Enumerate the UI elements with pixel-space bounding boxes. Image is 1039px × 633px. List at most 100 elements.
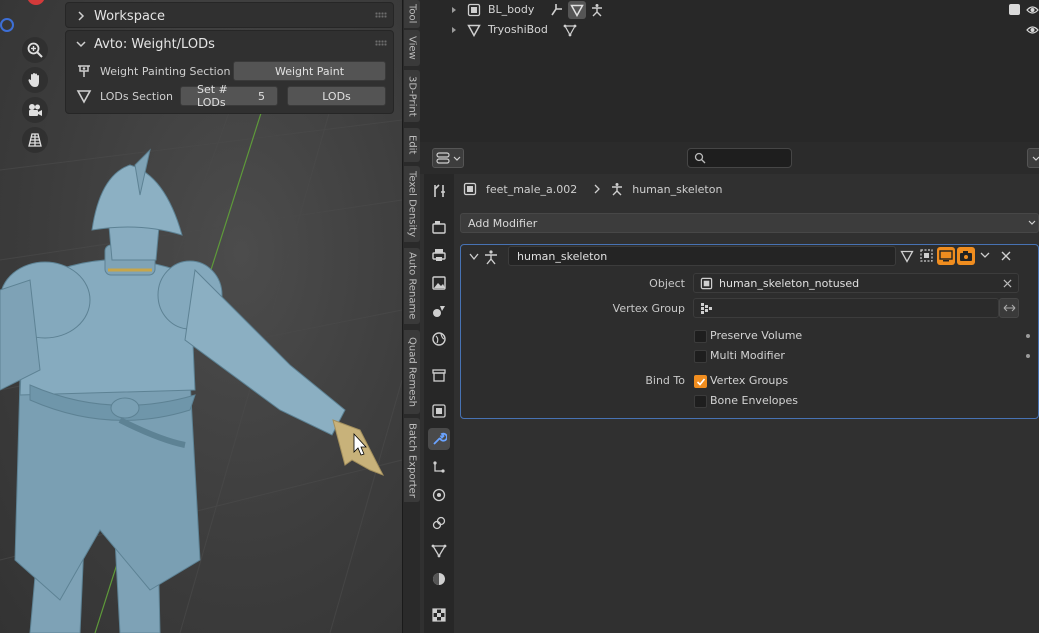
armature-modifier-panel[interactable]: human_skeleton Object human_skeleton_not… [460,244,1039,419]
tab-view[interactable]: View [404,30,420,66]
vertex-group-field[interactable] [693,298,999,318]
scene-icon [433,306,445,317]
tab-physics[interactable] [428,484,450,506]
properties-editor-icon [436,152,450,164]
tab-batch-exporter[interactable]: Batch Exporter [404,418,420,502]
mesh-data-button[interactable] [568,1,586,19]
outliner-item-name[interactable]: BL_body [488,3,534,16]
weight-painting-row: Weight Painting Section [76,61,230,81]
vertex-groups-icon [431,544,447,558]
properties-header [420,142,1039,174]
vertex-groups-checkbox[interactable] [694,375,707,388]
add-modifier-dropdown[interactable]: Add Modifier [460,213,1039,233]
tab-batch-exporter-label: Batch Exporter [406,422,418,498]
clear-icon[interactable] [1003,279,1012,288]
modifier-name: human_skeleton [517,249,608,263]
keyframe-dot-icon[interactable] [1026,334,1030,338]
tab-tool-settings[interactable] [428,180,450,202]
eye-icon[interactable] [1026,24,1039,36]
tab-quad-remesh[interactable]: Quad Remesh [404,330,420,414]
avto-weight-lods-panel[interactable]: Avto: Weight/LODs Weight Painting Sectio… [65,30,394,114]
visibility-checkbox[interactable] [1009,4,1020,15]
tab-texture[interactable] [428,604,450,626]
avto-panel-header[interactable]: Avto: Weight/LODs [66,31,393,57]
options-dropdown[interactable] [1027,148,1039,168]
group-vertex-icon [701,303,712,314]
viewport-display-toggle[interactable] [937,247,955,265]
set-lods-field[interactable]: Set # LODs 5 [180,83,278,109]
preserve-volume-checkbox[interactable] [694,330,707,343]
tab-tool[interactable]: Tool [404,0,420,28]
edit-mode-icon[interactable] [919,248,934,263]
pan-button[interactable] [22,67,48,93]
properties-editor[interactable]: feet_male_a.002 human_skeleton Add Modif… [420,142,1039,633]
bind-to-label: Bind To [645,374,685,387]
weight-brush-icon [78,65,90,77]
armature-icon [612,183,623,196]
workspace-panel-header[interactable]: Workspace [66,3,393,29]
tool-icon [434,184,445,197]
render-icon [432,221,446,234]
tab-edit[interactable]: Edit [404,128,420,162]
multi-modifier-label: Multi Modifier [710,349,785,362]
tab-render[interactable] [428,216,450,238]
zoom-button[interactable] [22,37,48,63]
object-icon [467,3,481,17]
chevron-right-icon [594,184,601,194]
tab-object-data[interactable] [428,540,450,562]
chevron-down-icon[interactable] [469,253,479,261]
invert-vertex-group-button[interactable] [999,298,1019,318]
lods-button[interactable]: LODs [287,86,386,106]
tab-constraints[interactable] [428,512,450,534]
tab-3d-print[interactable]: 3D-Print [404,70,420,122]
object-icon [432,404,446,418]
tab-view-layer[interactable] [428,272,450,294]
workspace-panel[interactable]: Workspace [65,2,394,28]
hand-icon [28,73,39,87]
tab-output[interactable] [428,244,450,266]
object-field[interactable]: human_skeleton_notused [693,273,1019,293]
set-lods-value: 5 [258,89,265,103]
tab-material[interactable] [428,568,450,590]
keyframe-dot-icon[interactable] [1026,354,1030,358]
checker-icon [432,608,446,622]
tab-particles[interactable] [428,456,450,478]
world-icon [432,332,446,346]
multi-modifier-checkbox[interactable] [694,350,707,363]
pose-icon [592,4,602,17]
tab-auto-rename[interactable]: Auto Rename [404,248,420,324]
expand-arrow-icon[interactable] [450,26,458,34]
eye-icon[interactable] [1026,4,1039,16]
tab-modifiers[interactable] [428,428,450,450]
camera-view-button[interactable] [22,97,48,123]
checkmark-icon [696,378,706,386]
bone-envelopes-checkbox[interactable] [694,395,707,408]
outliner-row[interactable]: BL_body [420,0,1039,20]
perspective-toggle-button[interactable] [22,127,48,153]
object-label: Object [649,277,685,290]
mesh-triangle-icon [467,24,481,37]
render-toggle[interactable] [957,247,975,265]
outliner-item-name[interactable]: TryoshiBod [488,23,548,36]
weight-paint-button[interactable]: Weight Paint [233,61,386,81]
modifier-name-input[interactable]: human_skeleton [508,246,896,266]
outliner-row[interactable]: TryoshiBod [420,20,1039,40]
zoom-icon [27,42,43,58]
drag-grip-icon[interactable] [375,40,387,46]
expand-arrow-icon[interactable] [450,6,458,14]
tab-scene[interactable] [428,300,450,322]
properties-search-input[interactable] [687,148,792,168]
tab-world[interactable] [428,328,450,350]
3d-viewport[interactable]: Workspace Avto: Weight/LODs Weight Paint… [0,0,402,633]
close-icon[interactable] [1001,251,1011,261]
collection-icon [432,369,446,382]
edit-mode-cage-icon[interactable] [900,249,914,263]
tab-texel-density[interactable]: Texel Density [404,166,420,242]
tab-collection[interactable] [428,364,450,386]
lods-section-label: LODs Section [100,89,173,103]
outliner[interactable]: BL_body TryoshiBod [420,0,1039,142]
tab-object[interactable] [428,400,450,422]
editor-type-dropdown[interactable] [432,148,464,168]
chevron-down-icon[interactable] [979,252,991,260]
drag-grip-icon[interactable] [375,12,387,18]
